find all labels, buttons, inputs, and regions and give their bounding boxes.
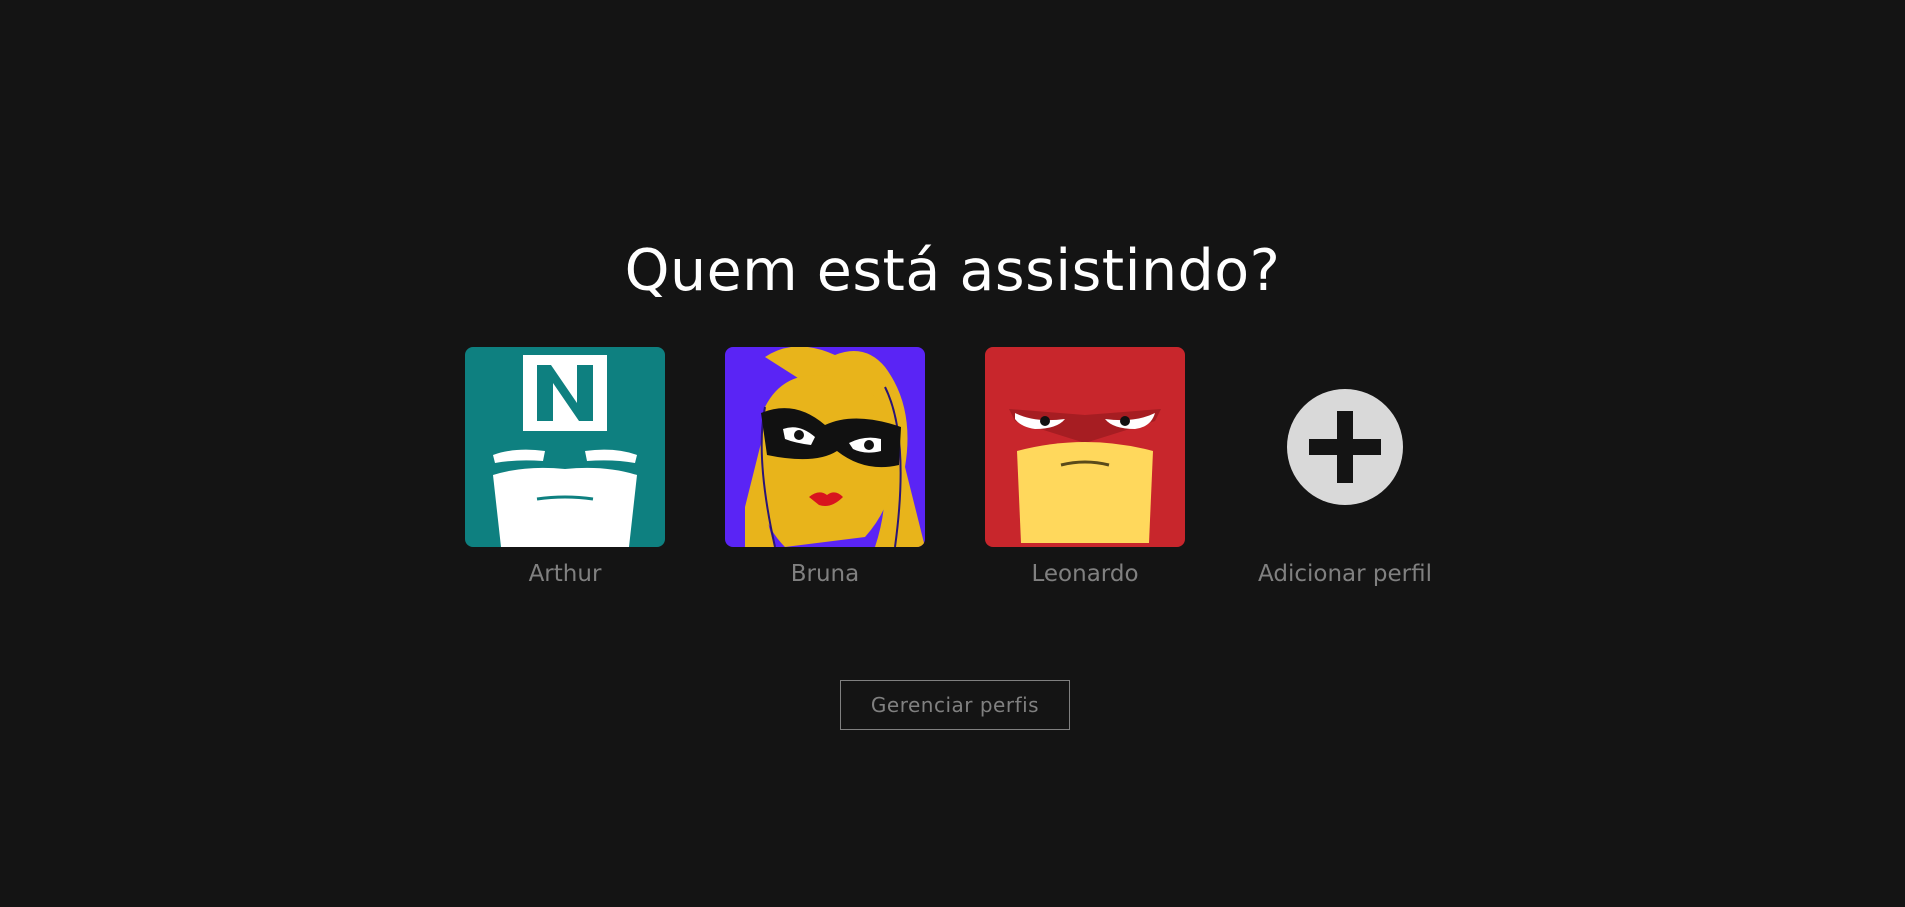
avatar[interactable] bbox=[465, 347, 665, 547]
page-title: Quem está assistindo? bbox=[624, 238, 1281, 304]
profile-name[interactable]: Adicionar perfil bbox=[1258, 561, 1432, 587]
plus-circle-icon bbox=[1287, 389, 1403, 505]
profile-leonardo[interactable]: Leonardo bbox=[985, 347, 1185, 587]
profile-name[interactable]: Leonardo bbox=[1031, 561, 1138, 587]
manage-profiles-button[interactable]: Gerenciar perfis bbox=[840, 680, 1070, 730]
profile-list: Arthur Bruna Leonardo Adicionar perfil bbox=[465, 347, 1445, 587]
red-hooded-hero-icon bbox=[985, 347, 1185, 547]
add-profile[interactable]: Adicionar perfil bbox=[1245, 347, 1445, 587]
add-profile-button[interactable] bbox=[1245, 347, 1445, 547]
avatar[interactable] bbox=[725, 347, 925, 547]
profile-arthur[interactable]: Arthur bbox=[465, 347, 665, 587]
masked-heroine-icon bbox=[725, 347, 925, 547]
profile-name[interactable]: Arthur bbox=[529, 561, 602, 587]
profile-name[interactable]: Bruna bbox=[791, 561, 859, 587]
profile-bruna[interactable]: Bruna bbox=[725, 347, 925, 587]
masked-hero-n-icon bbox=[465, 347, 665, 547]
avatar[interactable] bbox=[985, 347, 1185, 547]
